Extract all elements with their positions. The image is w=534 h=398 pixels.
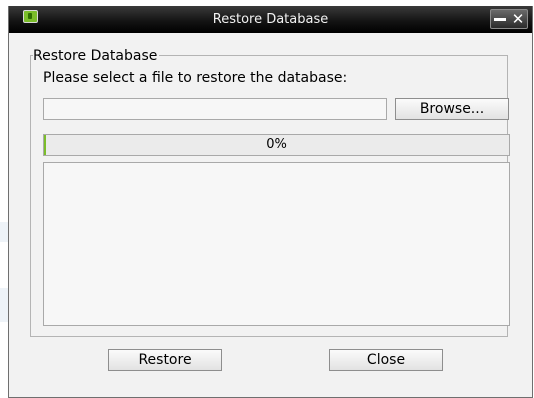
browse-button[interactable]: Browse... <box>395 98 509 120</box>
window-title: Restore Database <box>212 12 329 27</box>
minimize-button[interactable] <box>491 10 509 28</box>
restore-log-area[interactable] <box>43 162 510 326</box>
select-file-prompt: Please select a file to restore the data… <box>43 70 348 86</box>
restore-button[interactable]: Restore <box>108 349 222 371</box>
close-button[interactable]: Close <box>329 349 443 371</box>
progress-label: 0% <box>266 137 287 152</box>
title-bar[interactable]: Restore Database ✕ <box>9 6 532 33</box>
close-window-button[interactable]: ✕ <box>509 10 527 28</box>
file-path-input[interactable] <box>43 98 387 120</box>
group-title: Restore Database <box>33 48 160 64</box>
progress-bar: 0% <box>43 134 510 156</box>
close-icon: ✕ <box>511 10 525 28</box>
restore-database-dialog: Restore Database ✕ Restore Database Plea… <box>8 6 533 398</box>
window-controls: ✕ <box>490 9 528 29</box>
minimize-icon <box>494 17 506 21</box>
